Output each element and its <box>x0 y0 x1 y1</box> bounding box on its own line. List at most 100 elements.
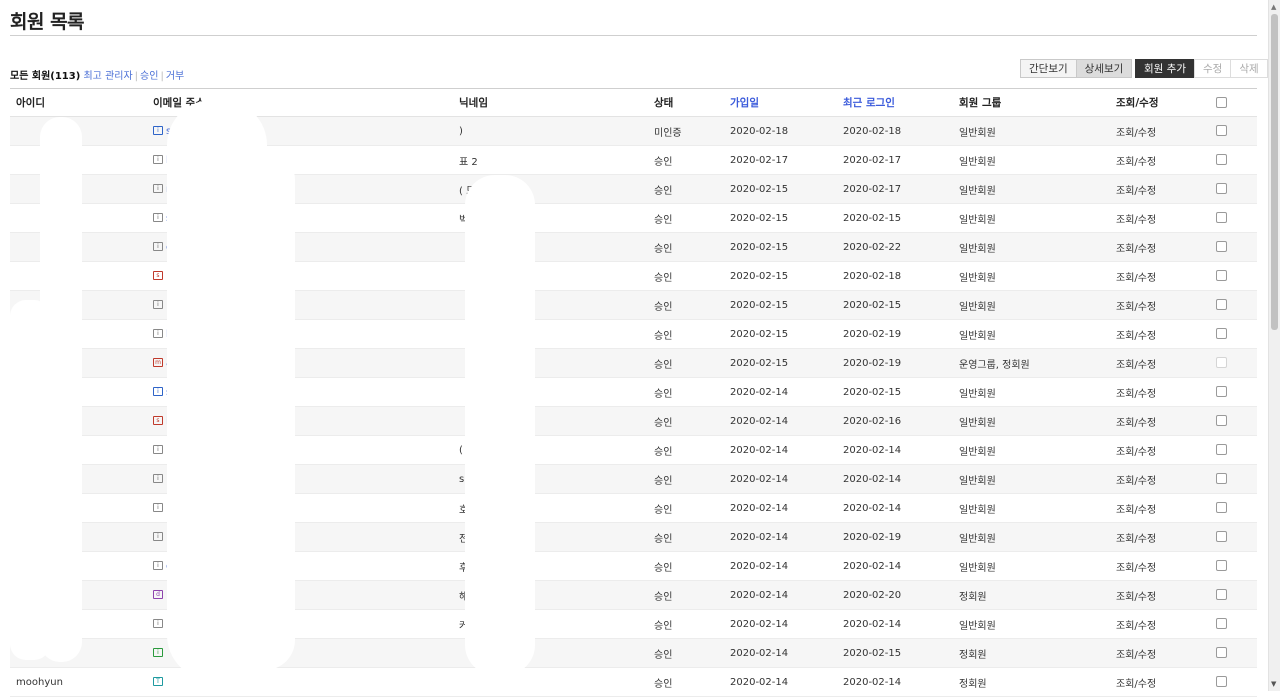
delete-button[interactable]: 삭제 <box>1230 59 1268 78</box>
redaction-overlay <box>220 150 295 670</box>
view-edit-link[interactable]: 조회/수정 <box>1110 667 1210 697</box>
row-select-checkbox[interactable] <box>1216 444 1227 456</box>
row-select-checkbox <box>1216 357 1227 369</box>
member-joined-date: 2020-02-15 <box>724 261 837 291</box>
member-last-login: 2020-02-14 <box>837 493 953 523</box>
header-last-login-sort[interactable]: 최근 로그인 <box>837 88 953 117</box>
header-group: 회원 그룹 <box>953 88 1110 117</box>
row-select-checkbox[interactable] <box>1216 415 1227 427</box>
view-edit-link[interactable]: 조회/수정 <box>1110 116 1210 146</box>
row-select-checkbox[interactable] <box>1216 647 1227 659</box>
member-status: 승인 <box>648 435 724 465</box>
member-status: 승인 <box>648 174 724 204</box>
redaction-overlay <box>10 300 50 660</box>
row-select-cell <box>1210 290 1257 320</box>
mail-provider-icon: d <box>153 590 163 599</box>
row-select-cell <box>1210 667 1257 697</box>
member-last-login: 2020-02-19 <box>837 522 953 552</box>
member-joined-date: 2020-02-15 <box>724 203 837 233</box>
row-select-cell <box>1210 174 1257 204</box>
row-select-cell <box>1210 493 1257 523</box>
scroll-thumb[interactable] <box>1271 14 1278 330</box>
row-select-checkbox[interactable] <box>1216 531 1227 543</box>
view-edit-link[interactable]: 조회/수정 <box>1110 319 1210 349</box>
row-select-cell <box>1210 203 1257 233</box>
row-select-checkbox[interactable] <box>1216 386 1227 398</box>
mail-provider-icon: i <box>153 155 163 164</box>
edit-button[interactable]: 수정 <box>1193 59 1232 78</box>
member-joined-date: 2020-02-15 <box>724 290 837 320</box>
row-select-checkbox[interactable] <box>1216 125 1227 137</box>
view-edit-link[interactable]: 조회/수정 <box>1110 348 1210 378</box>
member-joined-date: 2020-02-14 <box>724 580 837 610</box>
member-last-login: 2020-02-16 <box>837 406 953 436</box>
row-select-cell <box>1210 116 1257 146</box>
select-all-checkbox[interactable] <box>1216 97 1227 108</box>
add-member-button[interactable]: 회원 추가 <box>1135 59 1195 78</box>
member-joined-date: 2020-02-14 <box>724 667 837 697</box>
row-select-checkbox[interactable] <box>1216 328 1227 340</box>
header-nickname: 닉네임 <box>453 88 648 117</box>
member-group: 일반회원 <box>953 406 1110 436</box>
view-edit-link[interactable]: 조회/수정 <box>1110 174 1210 204</box>
row-select-checkbox[interactable] <box>1216 473 1227 485</box>
row-select-checkbox[interactable] <box>1216 618 1227 630</box>
view-edit-link[interactable]: 조회/수정 <box>1110 522 1210 552</box>
row-select-cell <box>1210 348 1257 378</box>
row-select-checkbox[interactable] <box>1216 676 1227 688</box>
member-status: 승인 <box>648 522 724 552</box>
member-last-login: 2020-02-18 <box>837 116 953 146</box>
header-joined-sort[interactable]: 가입일 <box>724 88 837 117</box>
vertical-scrollbar[interactable]: ▲ ▼ <box>1268 0 1280 691</box>
mail-provider-icon: i <box>153 648 163 657</box>
row-select-checkbox[interactable] <box>1216 270 1227 282</box>
view-edit-link[interactable]: 조회/수정 <box>1110 290 1210 320</box>
member-group: 일반회원 <box>953 203 1110 233</box>
row-select-cell <box>1210 522 1257 552</box>
member-joined-date: 2020-02-15 <box>724 348 837 378</box>
filter-all-members[interactable]: 모든 회원(113) <box>10 71 80 82</box>
filter-super-admin[interactable]: 최고 관리자 <box>83 71 132 82</box>
view-edit-link[interactable]: 조회/수정 <box>1110 580 1210 610</box>
scroll-up-icon[interactable]: ▲ <box>1271 3 1276 11</box>
simple-view-button[interactable]: 간단보기 <box>1020 59 1077 78</box>
mail-provider-icon: i <box>153 532 163 541</box>
view-edit-link[interactable]: 조회/수정 <box>1110 638 1210 668</box>
redaction-overlay <box>465 175 535 675</box>
detail-view-button[interactable]: 상세보기 <box>1075 59 1133 78</box>
member-group: 일반회원 <box>953 145 1110 175</box>
row-select-checkbox[interactable] <box>1216 154 1227 166</box>
view-edit-link[interactable]: 조회/수정 <box>1110 406 1210 436</box>
member-joined-date: 2020-02-14 <box>724 406 837 436</box>
view-edit-link[interactable]: 조회/수정 <box>1110 609 1210 639</box>
view-edit-link[interactable]: 조회/수정 <box>1110 232 1210 262</box>
mail-provider-icon: i <box>153 619 163 628</box>
view-edit-link[interactable]: 조회/수정 <box>1110 435 1210 465</box>
member-group: 일반회원 <box>953 116 1110 146</box>
view-edit-link[interactable]: 조회/수정 <box>1110 377 1210 407</box>
header-select-all <box>1210 88 1257 117</box>
member-group: 일반회원 <box>953 609 1110 639</box>
row-select-checkbox[interactable] <box>1216 299 1227 311</box>
filter-approved[interactable]: 승인 <box>140 71 158 82</box>
row-select-checkbox[interactable] <box>1216 502 1227 514</box>
row-select-checkbox[interactable] <box>1216 183 1227 195</box>
row-select-checkbox[interactable] <box>1216 212 1227 224</box>
filter-rejected[interactable]: 거부 <box>166 71 184 82</box>
view-edit-link[interactable]: 조회/수정 <box>1110 493 1210 523</box>
row-select-checkbox[interactable] <box>1216 241 1227 253</box>
row-select-checkbox[interactable] <box>1216 589 1227 601</box>
scroll-down-icon[interactable]: ▼ <box>1271 680 1276 688</box>
view-edit-link[interactable]: 조회/수정 <box>1110 203 1210 233</box>
view-edit-link[interactable]: 조회/수정 <box>1110 145 1210 175</box>
member-filter-bar: 모든 회원(113) 최고 관리자 | 승인 | 거부 <box>10 67 184 82</box>
row-select-cell <box>1210 551 1257 581</box>
view-edit-link[interactable]: 조회/수정 <box>1110 551 1210 581</box>
member-joined-date: 2020-02-14 <box>724 638 837 668</box>
view-edit-link[interactable]: 조회/수정 <box>1110 261 1210 291</box>
member-status: 승인 <box>648 638 724 668</box>
view-edit-link[interactable]: 조회/수정 <box>1110 464 1210 494</box>
member-group: 정회원 <box>953 667 1110 697</box>
row-select-checkbox[interactable] <box>1216 560 1227 572</box>
mail-provider-icon: i <box>153 184 163 193</box>
